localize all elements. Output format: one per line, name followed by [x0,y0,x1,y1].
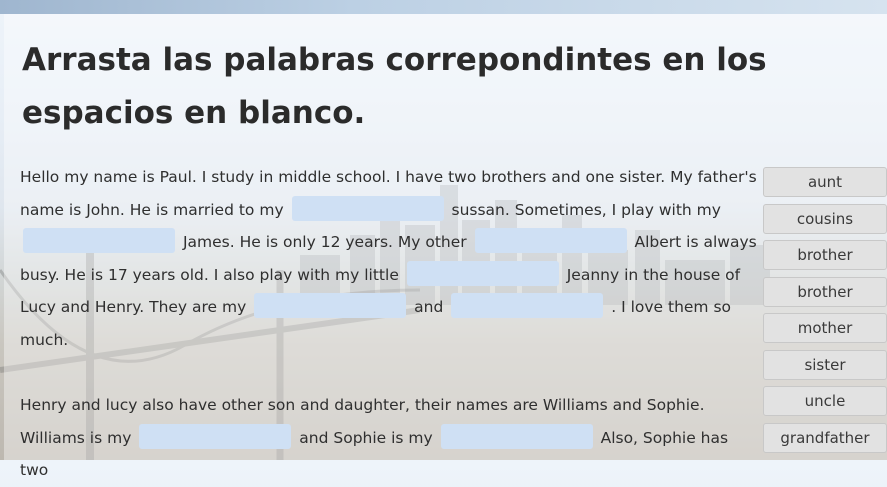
draggable-word-grandfather[interactable]: grandfather [763,422,887,453]
draggable-word-cousins[interactable]: cousins [763,203,887,234]
drop-blank-4[interactable] [406,260,559,286]
drop-blank-3[interactable] [474,228,627,253]
draggable-word-aunt[interactable]: aunt [763,167,887,197]
text-segment: and [414,298,444,316]
drop-blank-5[interactable] [254,293,407,318]
drop-blank-7[interactable] [139,423,292,449]
background-top-strip [0,0,887,14]
drop-blank-2[interactable] [23,228,175,253]
drop-blank-8[interactable] [440,423,593,449]
drop-blank-1[interactable] [291,195,444,221]
draggable-word-brother-2[interactable]: brother [763,276,887,307]
draggable-word-sister[interactable]: sister [763,349,887,380]
drop-blank-6[interactable] [451,293,604,318]
text-segment: James. He is only 12 years. My other [182,233,467,251]
draggable-word-uncle[interactable]: uncle [763,386,887,416]
draggable-word-brother[interactable]: brother [763,240,887,270]
paragraph-1: Hello my name is Paul. I study in middle… [20,161,760,356]
text-segment: sussan. Sometimes, I play with my [451,200,721,219]
paragraph-2: Henry and lucy also have other son and d… [20,389,760,487]
word-bank: aunt cousins brother brother mother sist… [763,167,887,459]
text-segment: and Sophie is my [299,428,433,447]
draggable-word-mother[interactable]: mother [763,313,887,343]
page-title: Arrasta las palabras correpondintes en l… [22,42,767,131]
